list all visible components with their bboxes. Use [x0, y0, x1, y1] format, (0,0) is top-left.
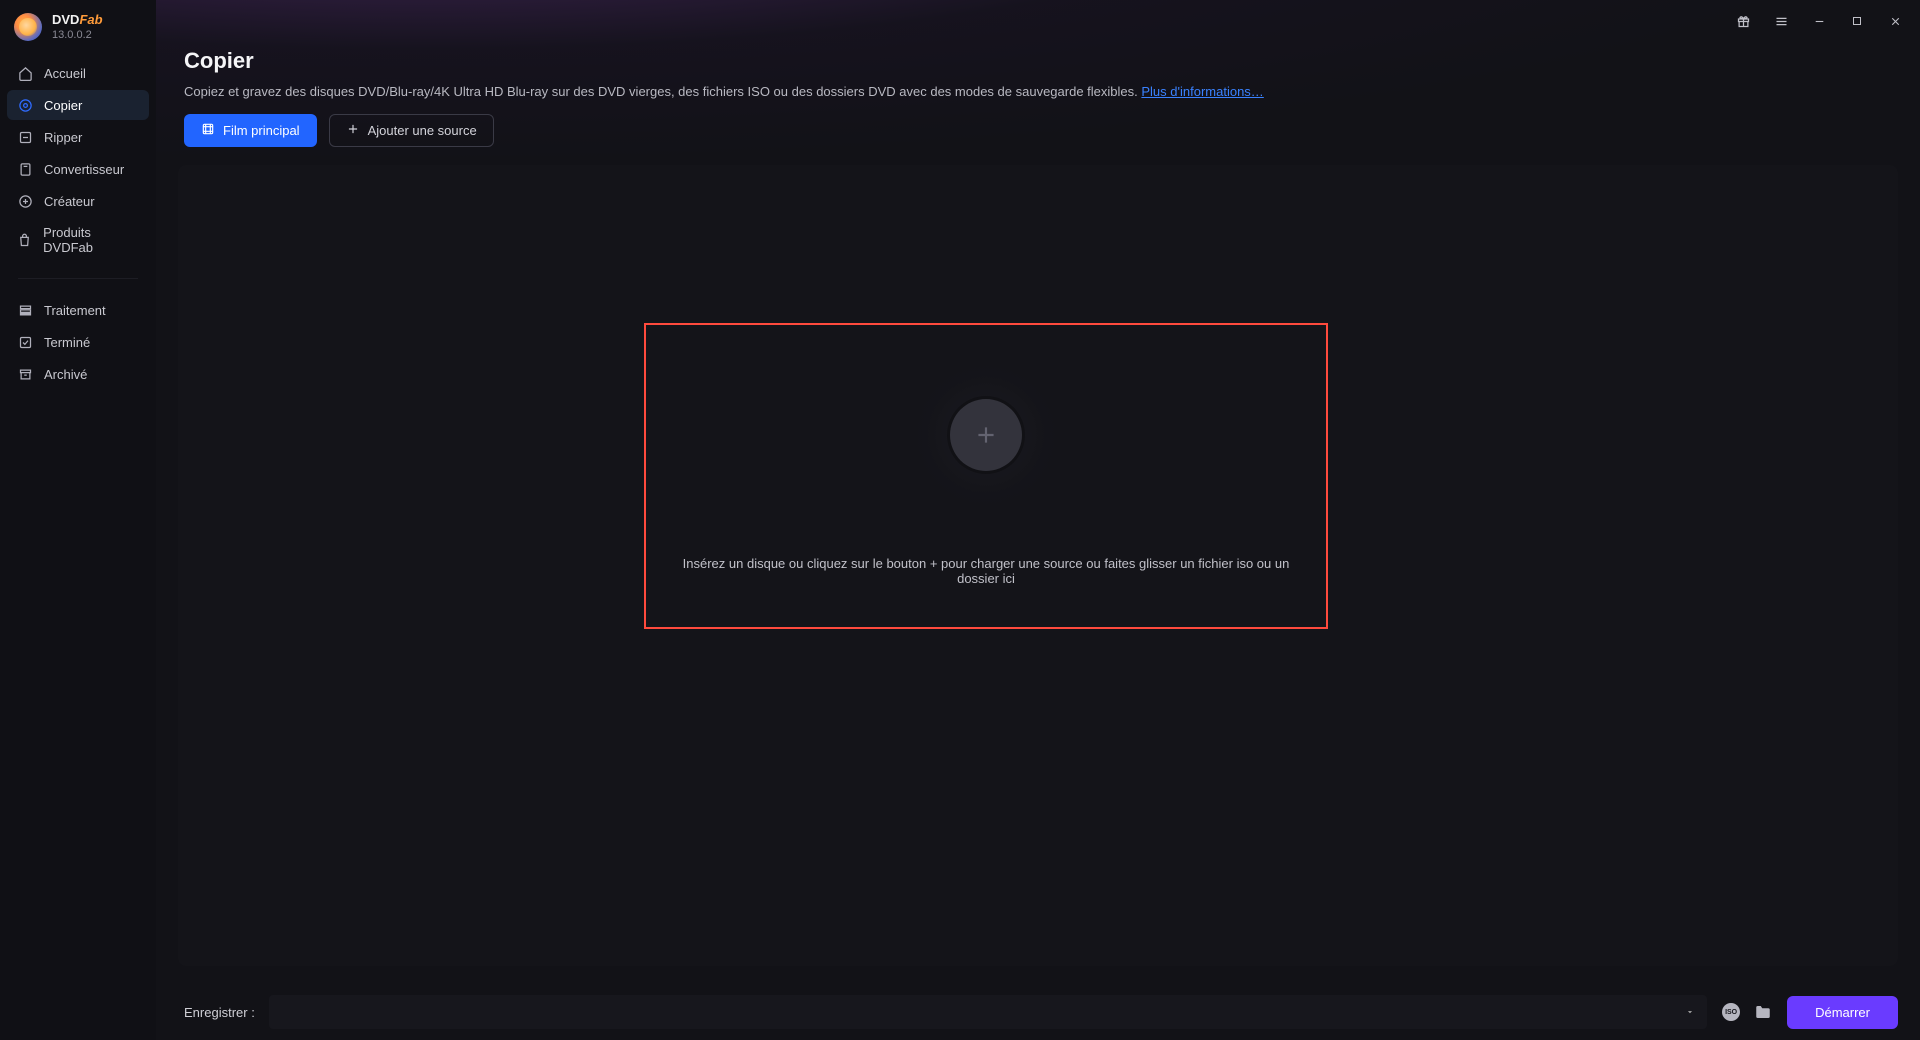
titlebar [156, 0, 1920, 42]
sidebar-item-label: Copier [44, 98, 82, 113]
app-name-plain: DVD [52, 12, 79, 27]
page-title: Copier [184, 48, 1892, 74]
done-icon [17, 334, 33, 350]
home-icon [17, 65, 33, 81]
app-name-accent: Fab [79, 12, 102, 27]
sidebar-item-createur[interactable]: Créateur [7, 186, 149, 216]
convert-icon [17, 161, 33, 177]
more-info-link[interactable]: Plus d'informations… [1141, 84, 1263, 99]
app-logo-row: DVDFab 13.0.0.2 [0, 13, 156, 55]
iso-output-button[interactable]: ISO [1721, 1002, 1741, 1022]
sidebar-item-label: Archivé [44, 367, 87, 382]
start-button[interactable]: Démarrer [1787, 996, 1898, 1029]
app-name: DVDFab [52, 13, 103, 27]
sidebar-separator [18, 278, 138, 279]
sidebar-item-ripper[interactable]: Ripper [7, 122, 149, 152]
action-row: Film principal Ajouter une source [184, 114, 1892, 147]
save-to-select[interactable] [269, 995, 1707, 1029]
footer-icons: ISO [1721, 1002, 1773, 1022]
plus-icon [973, 422, 999, 448]
bag-icon [17, 232, 32, 248]
dropzone-plus-button[interactable] [950, 399, 1022, 471]
main-movie-button[interactable]: Film principal [184, 114, 317, 147]
ripper-icon [17, 129, 33, 145]
maximize-icon[interactable] [1842, 6, 1872, 36]
sidebar-item-label: Traitement [44, 303, 106, 318]
content-panel: Insérez un disque ou cliquez sur le bout… [178, 165, 1898, 966]
sidebar-item-copier[interactable]: Copier [7, 90, 149, 120]
page-description-text: Copiez et gravez des disques DVD/Blu-ray… [184, 84, 1141, 99]
close-icon[interactable] [1880, 6, 1910, 36]
minimize-icon[interactable] [1804, 6, 1834, 36]
button-label: Film principal [223, 123, 300, 138]
sidebar-item-label: Accueil [44, 66, 86, 81]
sidebar-item-label: Ripper [44, 130, 82, 145]
sidebar-item-convertisseur[interactable]: Convertisseur [7, 154, 149, 184]
sidebar-item-label: Terminé [44, 335, 90, 350]
sidebar-item-archive[interactable]: Archivé [7, 359, 149, 389]
main-area: Copier Copiez et gravez des disques DVD/… [156, 0, 1920, 1040]
button-label: Ajouter une source [368, 123, 477, 138]
plus-icon [346, 122, 360, 139]
task-nav: Traitement Terminé Archivé [0, 292, 156, 392]
create-icon [17, 193, 33, 209]
sidebar-item-traitement[interactable]: Traitement [7, 295, 149, 325]
gift-icon[interactable] [1728, 6, 1758, 36]
sidebar-item-termine[interactable]: Terminé [7, 327, 149, 357]
dropzone-plus-halo [917, 366, 1055, 504]
footer: Enregistrer : ISO Démarrer [156, 984, 1920, 1040]
chevron-down-icon [1685, 1007, 1695, 1017]
dropzone-text: Insérez un disque ou cliquez sur le bout… [646, 556, 1326, 586]
menu-icon[interactable] [1766, 6, 1796, 36]
disc-icon [17, 97, 33, 113]
queue-icon [17, 302, 33, 318]
app-logo-icon [14, 13, 42, 41]
page-description: Copiez et gravez des disques DVD/Blu-ray… [184, 84, 1892, 99]
sidebar-item-label: Convertisseur [44, 162, 124, 177]
save-to-label: Enregistrer : [184, 1005, 255, 1020]
folder-icon [1754, 1003, 1772, 1021]
primary-nav: Accueil Copier Ripper Convertisseur Créa… [0, 55, 156, 265]
iso-badge-icon: ISO [1722, 1003, 1740, 1021]
add-source-button[interactable]: Ajouter une source [329, 114, 494, 147]
sidebar: DVDFab 13.0.0.2 Accueil Copier Ripper [0, 0, 156, 1040]
sidebar-item-accueil[interactable]: Accueil [7, 58, 149, 88]
folder-output-button[interactable] [1753, 1002, 1773, 1022]
app-version: 13.0.0.2 [52, 29, 103, 41]
film-icon [201, 122, 215, 139]
archive-icon [17, 366, 33, 382]
sidebar-item-produits[interactable]: Produits DVDFab [7, 218, 149, 262]
app-logo-text: DVDFab 13.0.0.2 [52, 13, 103, 41]
sidebar-item-label: Créateur [44, 194, 95, 209]
sidebar-item-label: Produits DVDFab [43, 225, 139, 255]
dropzone-highlighted[interactable]: Insérez un disque ou cliquez sur le bout… [644, 323, 1328, 629]
